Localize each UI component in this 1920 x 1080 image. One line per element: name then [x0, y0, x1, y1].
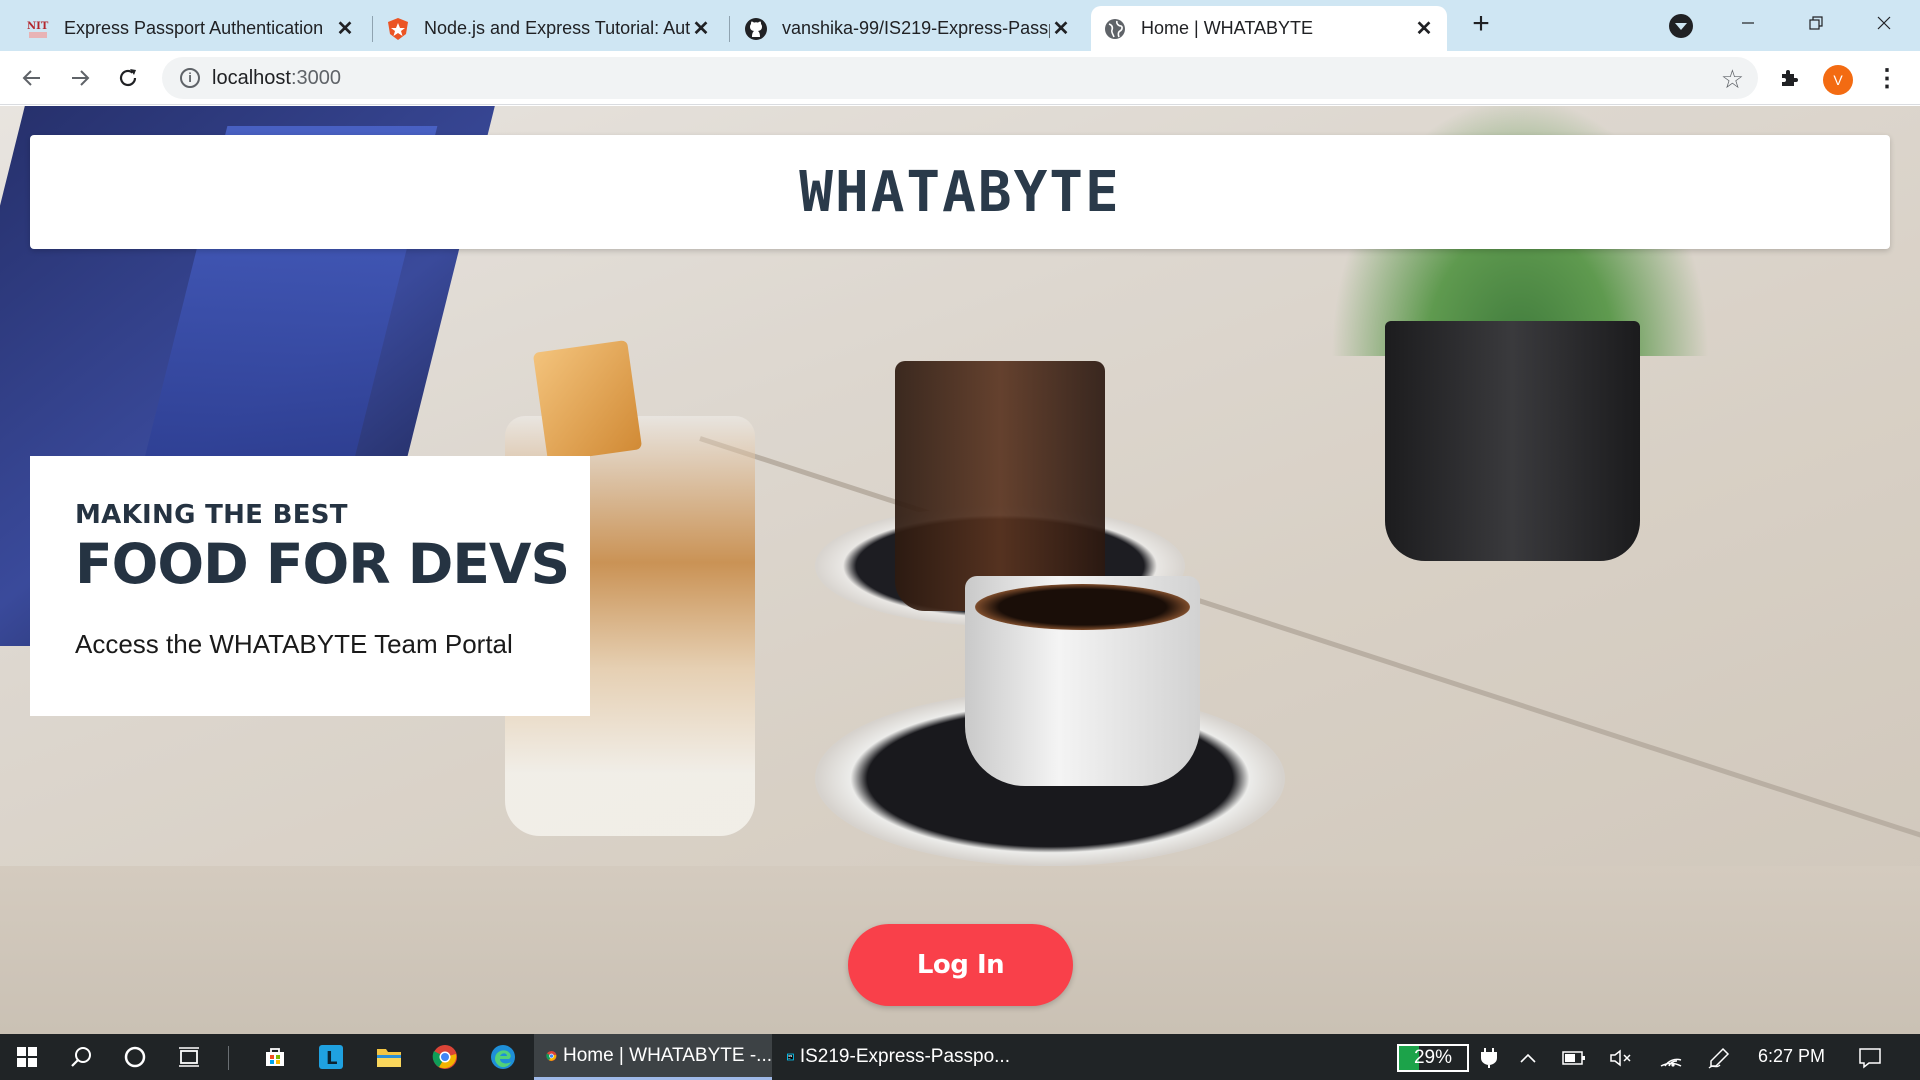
tab-title: Express Passport Authentication: [64, 18, 324, 38]
hero-title: FOOD FOR DEVS: [75, 532, 570, 596]
power-plug-icon[interactable]: [1476, 1045, 1502, 1071]
microsoft-store-icon[interactable]: [248, 1034, 302, 1080]
chrome-icon[interactable]: [418, 1034, 472, 1080]
tab-title: Home | WHATABYTE: [1141, 18, 1314, 38]
file-explorer-icon[interactable]: [362, 1034, 416, 1080]
tab-title: vanshika-99/IS219-Express-Passp: [782, 18, 1050, 38]
globe-icon: [1103, 17, 1127, 41]
bookmark-star-icon[interactable]: ☆: [1721, 64, 1744, 95]
taskbar-app-chrome[interactable]: Home | WHATABYTE -...: [534, 1034, 772, 1080]
windows-start-icon[interactable]: [0, 1034, 54, 1080]
edge-icon[interactable]: [476, 1034, 530, 1080]
svg-text:WS: WS: [788, 1055, 792, 1058]
close-window-icon[interactable]: [1864, 8, 1904, 38]
launcher-l-icon[interactable]: L: [304, 1034, 358, 1080]
wifi-icon[interactable]: [1658, 1045, 1684, 1071]
site-info-icon[interactable]: i: [180, 68, 200, 88]
hero-section: WHATABYTE MAKING THE BEST FOOD FOR DEVS …: [0, 106, 1920, 1034]
minimize-icon[interactable]: [1728, 8, 1768, 38]
reload-icon[interactable]: [111, 61, 145, 95]
tab-express-passport[interactable]: NIT Express Passport Authentication ✕: [14, 6, 368, 51]
browser-toolbar: i localhost:3000 ☆ V ⋮: [0, 51, 1920, 105]
address-bar[interactable]: i localhost:3000 ☆: [162, 57, 1758, 99]
tab-title: Node.js and Express Tutorial: Aut: [424, 18, 690, 38]
search-icon[interactable]: [54, 1034, 108, 1080]
tab-github-repo[interactable]: vanshika-99/IS219-Express-Passp ✕: [732, 6, 1084, 51]
hero-subtitle: MAKING THE BEST: [75, 500, 348, 530]
site-header: WHATABYTE: [30, 135, 1890, 249]
tab-home-whatabyte[interactable]: Home | WHATABYTE ✕: [1091, 6, 1447, 51]
profile-avatar[interactable]: V: [1823, 65, 1853, 95]
address-url: localhost:3000: [212, 67, 341, 90]
task-view-icon[interactable]: [162, 1034, 216, 1080]
taskbar-separator: [228, 1046, 229, 1070]
battery-indicator[interactable]: 29%: [1397, 1044, 1469, 1072]
browser-menu-icon[interactable]: ⋮: [1870, 61, 1904, 95]
github-icon: [744, 17, 768, 41]
forward-icon[interactable]: [63, 61, 97, 95]
close-tab-icon[interactable]: ✕: [690, 18, 712, 40]
background-coffee-surface: [975, 584, 1190, 630]
svg-text:NIT: NIT: [27, 21, 49, 32]
nit-logo-icon: NIT: [26, 17, 50, 41]
new-tab-icon[interactable]: +: [1466, 9, 1496, 40]
close-tab-icon[interactable]: ✕: [334, 18, 356, 40]
notification-center-icon[interactable]: [1857, 1045, 1883, 1071]
webstorm-icon: WS: [787, 1053, 794, 1061]
cortana-icon[interactable]: [108, 1034, 162, 1080]
tab-separator: [372, 16, 373, 42]
background-cake: [532, 339, 643, 463]
taskbar-clock[interactable]: 6:27 PM: [1758, 1046, 1825, 1067]
tab-node-express-tutorial[interactable]: Node.js and Express Tutorial: Aut ✕: [374, 6, 724, 51]
hero-card: MAKING THE BEST FOOD FOR DEVS Access the…: [30, 456, 590, 716]
taskbar-app-label: IS219-Express-Passpo...: [799, 1046, 1010, 1067]
login-button[interactable]: Log In: [848, 924, 1073, 1006]
background-espresso-glass: [895, 361, 1105, 611]
windows-taskbar: L Home | WHATABYTE -... WS IS219-Express…: [0, 1034, 1920, 1080]
brand-logo-text[interactable]: WHATABYTE: [799, 160, 1120, 225]
url-host: localhost: [212, 67, 291, 89]
taskbar-app-webstorm[interactable]: WS IS219-Express-Passpo...: [775, 1034, 1010, 1080]
tab-separator: [729, 16, 730, 42]
auth0-shield-icon: [386, 17, 410, 41]
battery-percent: 29%: [1413, 1047, 1453, 1068]
url-port: :3000: [290, 67, 341, 89]
background-plant-pot: [1385, 321, 1640, 561]
close-tab-icon[interactable]: ✕: [1413, 18, 1435, 40]
tab-strip: NIT Express Passport Authentication ✕ No…: [0, 0, 1920, 51]
volume-muted-icon[interactable]: [1608, 1045, 1634, 1071]
restore-icon[interactable]: [1796, 8, 1836, 38]
pen-workspace-icon[interactable]: [1706, 1045, 1732, 1071]
back-icon[interactable]: [15, 61, 49, 95]
taskbar-app-label: Home | WHATABYTE -...: [562, 1044, 772, 1066]
chrome-icon: [546, 1050, 557, 1061]
close-tab-icon[interactable]: ✕: [1050, 18, 1072, 40]
tab-search-icon[interactable]: [1669, 14, 1693, 38]
extensions-puzzle-icon[interactable]: [1773, 61, 1807, 95]
svg-text:L: L: [326, 1048, 337, 1069]
battery-tray-icon[interactable]: [1561, 1045, 1587, 1071]
hero-description: Access the WHATABYTE Team Portal: [75, 628, 513, 659]
chevron-up-icon[interactable]: [1515, 1045, 1541, 1071]
